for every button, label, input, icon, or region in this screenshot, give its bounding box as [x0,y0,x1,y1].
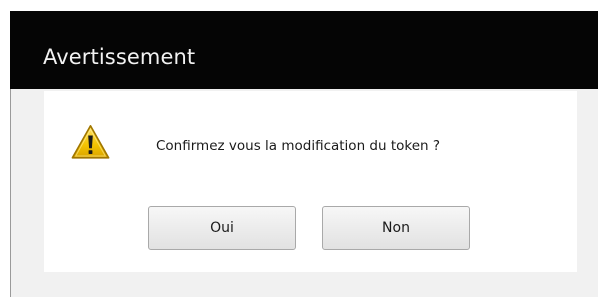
dialog-body: Confirmez vous la modification du token … [10,89,598,297]
yes-button[interactable]: Oui [148,206,296,250]
no-button[interactable]: Non [322,206,470,250]
dialog-window: Avertissement Confirmez vous la modifica… [0,0,598,297]
warning-icon [71,125,110,159]
dialog-content-panel: Confirmez vous la modification du token … [44,91,577,272]
confirm-message: Confirmez vous la modification du token … [156,138,441,154]
dialog-title: Avertissement [43,45,196,69]
dialog-titlebar: Avertissement [10,11,598,89]
